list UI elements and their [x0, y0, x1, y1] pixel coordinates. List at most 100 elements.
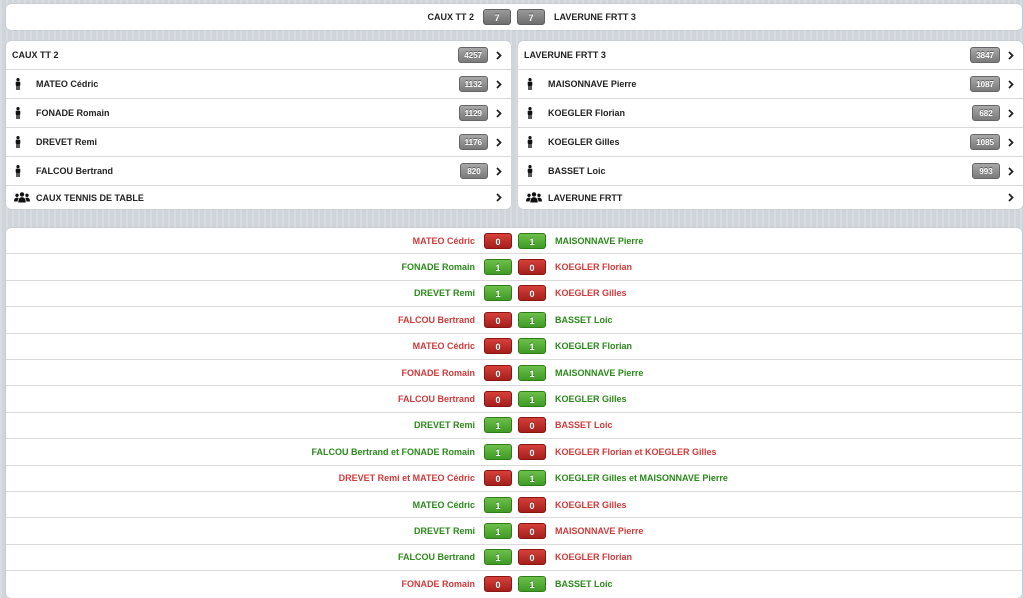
home-score-badge: 1	[484, 285, 512, 302]
away-score-badge: 1	[518, 338, 546, 355]
match-row: FONADE Romain 0 1 BASSET Loic	[6, 571, 1022, 597]
match-row: MATEO Cédric 1 0 KOEGLER Gilles	[6, 492, 1022, 519]
home-score-badge: 0	[484, 338, 512, 355]
player-points-badge: 1176	[458, 134, 488, 150]
home-player-name: FONADE Romain	[401, 579, 475, 590]
home-player-name: FONADE Romain	[401, 262, 475, 273]
home-score-badge: 1	[484, 496, 512, 513]
player-name: KOEGLER Florian	[548, 108, 626, 118]
match-row: DREVET Remi 1 0 BASSET Loic	[6, 413, 1022, 440]
player-points-badge: 1085	[970, 134, 1000, 150]
player-row[interactable]: FALCOU Bertrand 820	[6, 157, 511, 186]
person-icon	[12, 77, 24, 91]
chevron-right-icon	[494, 50, 504, 60]
person-icon	[12, 106, 24, 120]
home-score-badge: 0	[484, 311, 512, 328]
away-player-name: MAISONNAVE Pierre	[555, 367, 644, 378]
away-player-name: KOEGLER Gilles	[555, 288, 627, 299]
match-row: FONADE Romain 0 1 MAISONNAVE Pierre	[6, 360, 1022, 387]
team-row-left[interactable]: CAUX TT 2 4257	[6, 41, 511, 70]
home-player-name: FALCOU Bertrand et FONADE Romain	[311, 446, 475, 457]
home-score-badge: 1	[484, 443, 512, 460]
away-player-name: BASSET Loic	[555, 314, 613, 325]
home-player-name: DREVET Remi	[413, 420, 475, 431]
team-card-right: LAVERUNE FRTT 3 3847 MAISONNAVE Pierre 1…	[518, 41, 1023, 209]
home-player-name: FONADE Romain	[401, 367, 475, 378]
away-player-name: MAISONNAVE Pierre	[555, 235, 644, 246]
player-name: MAISONNAVE Pierre	[548, 79, 637, 89]
player-row[interactable]: KOEGLER Florian 682	[518, 99, 1023, 128]
match-row: FALCOU Bertrand 1 0 KOEGLER Florian	[6, 545, 1022, 572]
match-row: DREVET Remi et MATEO Cédric 0 1 KOEGLER Gil…	[6, 466, 1022, 492]
away-player-name: KOEGLER Florian	[555, 552, 633, 563]
player-points-badge: 1129	[458, 105, 488, 121]
player-row[interactable]: MATEO Cédric 1132	[6, 70, 511, 99]
team-row-right[interactable]: LAVERUNE FRTT 3 3847	[518, 41, 1023, 70]
away-score-badge: 0	[518, 522, 546, 539]
home-score-badge: 0	[484, 232, 512, 249]
team-card-left: CAUX TT 2 4257 MATEO Cédric 1132 FONADE …	[6, 41, 511, 209]
player-points-badge: 993	[972, 163, 1000, 179]
person-icon	[12, 135, 24, 149]
header-away-score: 7	[517, 9, 545, 25]
person-icon	[524, 106, 536, 120]
home-player-name: DREVET Remi	[413, 525, 475, 536]
home-score-badge: 1	[484, 259, 512, 276]
player-row[interactable]: FONADE Romain 1129	[6, 99, 511, 128]
player-points-badge: 820	[460, 163, 488, 179]
player-row[interactable]: BASSET Loic 993	[518, 157, 1023, 186]
match-header: CAUX TT 2 7 7 LAVERUNE FRTT 3	[6, 4, 1022, 30]
club-row[interactable]: LAVERUNE FRTT	[518, 186, 1023, 209]
away-player-name: BASSET Loic	[555, 579, 613, 590]
match-results-list: MATEO Cédric 0 1 MAISONNAVE Pierre FONADE Ro…	[6, 228, 1022, 598]
away-score-badge: 1	[518, 311, 546, 328]
home-player-name: FALCOU Bertrand	[397, 314, 475, 325]
person-icon	[12, 164, 24, 178]
match-row: DREVET Remi 1 0 KOEGLER Gilles	[6, 281, 1022, 308]
home-player-name: MATEO Cédric	[412, 341, 475, 352]
match-row: DREVET Remi 1 0 MAISONNAVE Pierre	[6, 518, 1022, 545]
team-name: LAVERUNE FRTT 3	[524, 50, 606, 60]
player-points-badge: 1087	[970, 76, 1000, 92]
player-row[interactable]: KOEGLER Gilles 1085	[518, 128, 1023, 157]
club-row[interactable]: CAUX TENNIS DE TABLE	[6, 186, 511, 209]
home-score-badge: 0	[484, 576, 512, 593]
header-home-score: 7	[483, 9, 511, 25]
home-score-badge: 1	[484, 417, 512, 434]
away-player-name: KOEGLER Gilles	[555, 499, 627, 510]
person-icon	[524, 77, 536, 91]
away-score-badge: 1	[518, 232, 546, 249]
group-icon	[524, 191, 544, 205]
player-points-badge: 682	[972, 105, 1000, 121]
away-score-badge: 1	[518, 391, 546, 408]
club-name: CAUX TENNIS DE TABLE	[36, 192, 144, 203]
player-row[interactable]: MAISONNAVE Pierre 1087	[518, 70, 1023, 99]
match-row: FALCOU Bertrand et FONADE Romain 1 0 KOEGLE…	[6, 439, 1022, 466]
match-row: FALCOU Bertrand 0 1 BASSET Loic	[6, 307, 1022, 334]
home-player-name: MATEO Cédric	[412, 499, 475, 510]
header-away-team: LAVERUNE FRTT 3	[554, 12, 636, 22]
away-score-badge: 0	[518, 549, 546, 566]
away-score-badge: 0	[518, 417, 546, 434]
away-player-name: KOEGLER Gilles et MAISONNAVE Pierre	[555, 473, 728, 484]
chevron-right-icon	[1006, 193, 1016, 202]
player-row[interactable]: DREVET Remi 1176	[6, 128, 511, 157]
away-score-badge: 0	[518, 285, 546, 302]
chevron-right-icon	[494, 108, 504, 118]
home-player-name: DREVET Remi et MATEO Cédric	[338, 473, 475, 484]
away-player-name: MAISONNAVE Pierre	[555, 525, 644, 536]
away-player-name: KOEGLER Florian	[555, 341, 633, 352]
away-score-badge: 1	[518, 576, 546, 593]
away-player-name: KOEGLER Gilles	[555, 394, 627, 405]
person-icon	[524, 164, 536, 178]
away-score-badge: 1	[518, 364, 546, 381]
player-name: DREVET Remi	[36, 137, 98, 147]
away-score-badge: 0	[518, 496, 546, 513]
team-points-badge: 3847	[970, 47, 1000, 63]
match-row: MATEO Cédric 0 1 KOEGLER Florian	[6, 334, 1022, 360]
chevron-right-icon	[1006, 108, 1016, 118]
person-icon	[524, 135, 536, 149]
chevron-right-icon	[494, 166, 504, 176]
player-name: FALCOU Bertrand	[36, 166, 114, 176]
match-row: FONADE Romain 1 0 KOEGLER Florian	[6, 254, 1022, 281]
